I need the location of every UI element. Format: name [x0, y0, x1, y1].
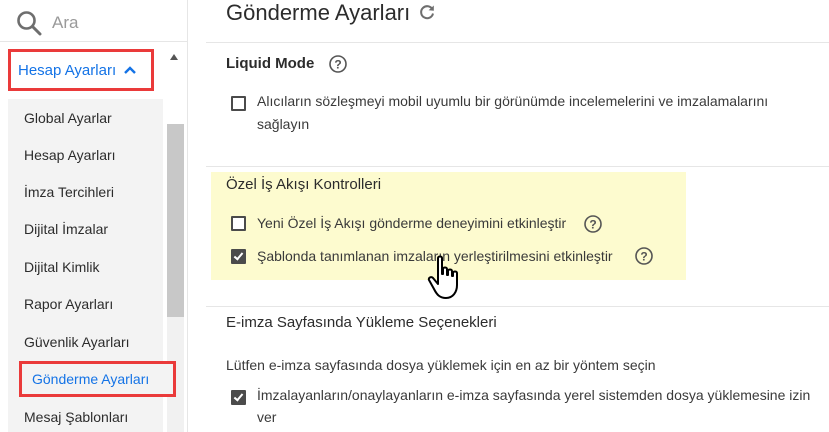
divider: [0, 41, 187, 42]
svg-text:?: ?: [334, 58, 341, 72]
section-title: Hesap Ayarları: [18, 61, 117, 79]
scroll-up-arrow[interactable]: [170, 54, 178, 60]
checkbox-liquid-mode[interactable]: [231, 96, 246, 111]
divider: [206, 42, 829, 43]
nav-item-digital-identity[interactable]: Dijital Kimlik: [24, 259, 99, 275]
svg-text:?: ?: [589, 218, 596, 232]
liquid-mode-option-label: Alıcıların sözleşmeyi mobil uyumlu bir g…: [257, 91, 817, 135]
hand-cursor-icon: [427, 255, 458, 299]
checkbox-local-upload[interactable]: [231, 390, 246, 405]
nav-item-digital-signatures[interactable]: Dijital İmzalar: [24, 221, 108, 237]
help-icon[interactable]: ?: [635, 247, 653, 265]
checkbox-template-signature-placement[interactable]: [231, 249, 246, 264]
divider: [206, 166, 829, 167]
nav-item-message-templates[interactable]: Mesaj Şablonları: [24, 409, 128, 425]
search-field[interactable]: Ara: [16, 8, 78, 38]
help-icon[interactable]: ?: [584, 215, 602, 233]
label-line: sağlayın: [257, 116, 310, 132]
new-workflow-option-label: Yeni Özel İş Akışı gönderme deneyimini e…: [257, 215, 567, 231]
upload-instruction: Lütfen e-imza sayfasında dosya yüklemek …: [226, 357, 656, 373]
nav-item-global-settings[interactable]: Global Ayarlar: [24, 110, 112, 126]
help-icon[interactable]: ?: [329, 55, 347, 73]
search-icon: [17, 11, 42, 36]
nav-item-report-settings[interactable]: Rapor Ayarları: [24, 296, 113, 312]
checkbox-new-workflow-experience[interactable]: [231, 216, 246, 231]
chevron-up-icon: [124, 66, 136, 74]
section-toggle-account-settings[interactable]: Hesap Ayarları: [8, 49, 154, 91]
section-title-liquid-mode: Liquid Mode: [226, 55, 315, 72]
nav-item-send-settings[interactable]: Gönderme Ayarları: [19, 361, 176, 397]
local-upload-option-label: İmzalayanların/onaylayanların e-imza say…: [257, 385, 827, 428]
svg-text:?: ?: [640, 250, 647, 264]
label-line: ver: [257, 409, 277, 425]
search-placeholder: Ara: [52, 13, 79, 32]
label-line: Alıcıların sözleşmeyi mobil uyumlu bir g…: [257, 93, 769, 109]
main-content: Gönderme Ayarları Liquid Mode ? Alıcılar…: [206, 0, 829, 432]
scrollbar-thumb[interactable]: [167, 124, 184, 317]
section-title-upload-options: E-imza Sayfasında Yükleme Seçenekleri: [226, 314, 497, 331]
nav-item-label: Gönderme Ayarları: [32, 371, 150, 387]
page-title: Gönderme Ayarları: [226, 0, 411, 25]
section-title-custom-workflow: Özel İş Akışı Kontrolleri: [226, 176, 382, 193]
refresh-icon[interactable]: [418, 3, 436, 21]
label-line: İmzalayanların/onaylayanların e-imza say…: [257, 387, 811, 403]
divider: [206, 306, 829, 307]
nav-item-signature-preferences[interactable]: İmza Tercihleri: [24, 184, 114, 200]
nav-item-account-settings[interactable]: Hesap Ayarları: [24, 147, 116, 163]
sidebar: Ara Hesap Ayarları Global Ayarlar Hesap …: [0, 0, 188, 432]
nav-item-security-settings[interactable]: Güvenlik Ayarları: [24, 334, 130, 350]
